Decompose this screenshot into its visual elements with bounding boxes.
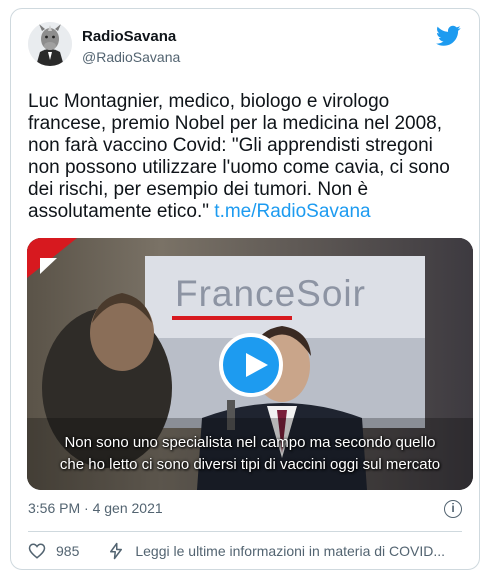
bolt-icon xyxy=(110,542,123,560)
like-count[interactable]: 985 xyxy=(56,543,79,559)
author-avatar[interactable] xyxy=(28,22,72,66)
author-handle[interactable]: @RadioSavana xyxy=(82,49,180,65)
divider xyxy=(28,531,462,532)
tweet-card[interactable]: RadioSavana @RadioSavana Luc Montagnier,… xyxy=(10,8,480,570)
video-subtitle-line1: Non sono uno specialista nel campo ma se… xyxy=(64,434,436,451)
play-button[interactable] xyxy=(219,333,283,397)
tweet-link[interactable]: t.me/RadioSavana xyxy=(214,201,370,222)
twitter-bird-icon[interactable] xyxy=(436,25,461,47)
author-name[interactable]: RadioSavana xyxy=(82,28,176,45)
video-subtitle-line2: che ho letto ci sono diversi tipi di vac… xyxy=(59,456,441,473)
heart-icon[interactable] xyxy=(28,542,46,560)
tweet-text: Luc Montagnier, medico, biologo e virolo… xyxy=(28,91,468,223)
info-icon[interactable]: i xyxy=(444,500,462,518)
video-player[interactable]: FranceSoir Non sono uno specialista nel … xyxy=(27,238,473,490)
tweet-actions: 985 Leggi le ultime informazioni in mate… xyxy=(28,539,445,563)
covid-info-link[interactable]: Leggi le ultime informazioni in materia … xyxy=(135,543,445,559)
channel-logo: FranceSoir xyxy=(175,273,366,314)
tweet-timestamp[interactable]: 3:56 PM · 4 gen 2021 xyxy=(28,500,163,516)
